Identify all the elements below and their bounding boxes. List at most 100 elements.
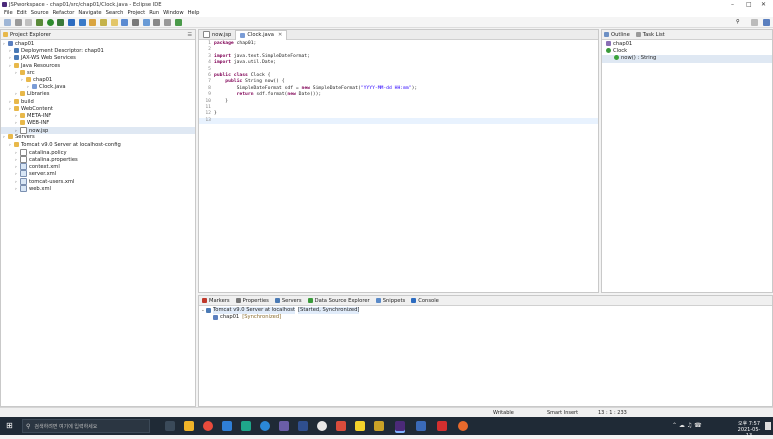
java-ee-perspective-icon[interactable]	[763, 19, 770, 26]
edge-icon[interactable]	[260, 421, 270, 431]
project-explorer-tab[interactable]: Project Explorer ☰	[1, 30, 195, 40]
menu-source[interactable]: Source	[31, 10, 49, 16]
app-icon-7[interactable]	[416, 421, 426, 431]
tree-item[interactable]: › context.xml	[1, 163, 195, 171]
tree-item[interactable]: › catalina.policy	[1, 148, 195, 156]
search-icon: ⚲	[26, 422, 31, 430]
print-icon[interactable]	[25, 19, 33, 26]
bottom-tab[interactable]: Properties	[233, 298, 272, 304]
minimize-icon[interactable]: –	[731, 1, 734, 8]
code-line[interactable]: 13	[199, 117, 598, 125]
task-view-icon[interactable]	[165, 421, 175, 431]
eclipse-taskbar-icon[interactable]	[395, 421, 405, 431]
toggle-icon[interactable]	[142, 19, 150, 26]
code-editor[interactable]: 1 package chap01; 2 3 import java.text.Simpl…	[199, 40, 598, 125]
menu-edit[interactable]: Edit	[17, 10, 27, 16]
windows-start-icon[interactable]: ⊞	[6, 422, 14, 430]
format-icon[interactable]	[131, 19, 139, 26]
tree-item[interactable]: › Clock.java	[1, 84, 195, 91]
vscode-icon[interactable]	[298, 421, 308, 431]
menu-help[interactable]: Help	[188, 10, 200, 16]
tree-item[interactable]: › Servers	[1, 134, 195, 141]
app-icon-9[interactable]	[458, 421, 468, 431]
tree-item[interactable]: › tomcat-users.xml	[1, 177, 195, 185]
tree-item[interactable]: › now.jsp	[1, 127, 195, 135]
close-tab-icon[interactable]: ✕	[278, 32, 282, 38]
new-package-icon[interactable]	[78, 19, 86, 26]
open-folder-icon[interactable]	[89, 19, 97, 26]
tree-item[interactable]: › Libraries	[1, 91, 195, 98]
tree-item[interactable]: › Deployment Descriptor: chap01	[1, 48, 195, 55]
tree-item[interactable]: › Java Resources	[1, 62, 195, 70]
tree-item[interactable]: › catalina.properties	[1, 156, 195, 163]
menu-run[interactable]: Run	[149, 10, 159, 16]
taskbar-search-box[interactable]: ⚲ 검색하려면 여기에 입력하세요	[22, 419, 150, 433]
pin-icon[interactable]	[174, 19, 182, 26]
tree-item[interactable]: › Tomcat v9.0 Server at localhost-config	[1, 141, 195, 149]
menu-search[interactable]: Search	[106, 10, 124, 16]
tree-item[interactable]: › chap01	[1, 76, 195, 84]
tree-item[interactable]: › web.xml	[1, 184, 195, 192]
tree-item[interactable]: › build	[1, 98, 195, 106]
search-toolbar-icon[interactable]: ⚲	[736, 19, 743, 26]
tree-item[interactable]: › server.xml	[1, 170, 195, 178]
nav-back-icon[interactable]	[153, 19, 161, 26]
file-explorer-icon[interactable]	[184, 421, 194, 431]
tree-item[interactable]: › WEB-INF	[1, 120, 195, 127]
close-icon[interactable]: ✕	[761, 1, 766, 8]
app-icon-1[interactable]	[222, 421, 232, 431]
highlight-icon[interactable]	[121, 19, 129, 26]
menu-file[interactable]: File	[4, 10, 13, 16]
menu-window[interactable]: Window	[163, 10, 183, 16]
folder-icon	[20, 69, 25, 75]
run-icon[interactable]	[46, 19, 54, 26]
server-module-row[interactable]: chap01 [Synchronized]	[199, 314, 772, 321]
notification-icon[interactable]	[765, 422, 771, 430]
editor-tab-clock-java[interactable]: Clock.java ✕	[235, 29, 288, 40]
bottom-tab[interactable]: Data Source Explorer	[305, 298, 373, 304]
task-list-tab[interactable]: Task List	[643, 32, 665, 38]
chrome-icon[interactable]	[203, 421, 213, 431]
annotation-icon[interactable]	[110, 19, 118, 26]
outline-item[interactable]: Clock	[602, 48, 772, 55]
app-icon-3[interactable]	[279, 421, 289, 431]
maximize-icon[interactable]: □	[746, 1, 752, 8]
debug-icon[interactable]	[35, 19, 43, 26]
view-menu-icon[interactable]: ☰	[187, 32, 192, 38]
outline-item[interactable]: now() : String	[602, 55, 772, 63]
bottom-tab[interactable]: Console	[408, 298, 442, 304]
save-icon[interactable]	[14, 19, 22, 26]
nav-forward-icon[interactable]	[163, 19, 171, 26]
package-icon	[26, 76, 31, 82]
tree-item[interactable]: › JAX-WS Web Services	[1, 55, 195, 62]
app-icon-5[interactable]	[336, 421, 346, 431]
app-icon-4[interactable]	[317, 421, 327, 431]
menu-navigate[interactable]: Navigate	[78, 10, 101, 16]
folder-icon	[8, 134, 13, 140]
bottom-tab[interactable]: Servers	[272, 298, 305, 304]
menu-refactor[interactable]: Refactor	[53, 10, 75, 16]
editor-tab-now-jsp[interactable]: now.jsp	[199, 30, 235, 39]
outline-tab[interactable]: Outline	[611, 32, 630, 38]
bottom-tab[interactable]: Snippets	[373, 298, 409, 304]
menu-project[interactable]: Project	[127, 10, 145, 16]
kakaotalk-icon[interactable]	[355, 421, 365, 431]
open-perspective-icon[interactable]	[751, 19, 758, 26]
new-icon[interactable]	[4, 19, 11, 26]
outline-item[interactable]: chap01	[602, 41, 772, 48]
tree-item[interactable]: › WebContent	[1, 105, 195, 113]
app-icon-2[interactable]	[241, 421, 251, 431]
bottom-tab[interactable]: Markers	[199, 298, 233, 304]
app-icon-8[interactable]	[437, 421, 447, 431]
new-java-icon[interactable]	[67, 19, 75, 26]
search-icon[interactable]	[99, 19, 107, 26]
clock-time[interactable]: 오후 7:57	[735, 420, 763, 427]
tree-item[interactable]: › src	[1, 69, 195, 77]
app-icon-6[interactable]	[374, 421, 384, 431]
bottom-tab-icon	[274, 298, 280, 303]
system-tray-icons[interactable]: ⌃ ☁ ♫ ☎	[672, 422, 702, 429]
tree-item[interactable]: › META-INF	[1, 112, 195, 120]
tree-item[interactable]: › chap01	[1, 41, 195, 48]
server-row[interactable]: ⌄ Tomcat v9.0 Server at localhost [Start…	[199, 307, 772, 315]
run-external-icon[interactable]	[57, 19, 65, 26]
